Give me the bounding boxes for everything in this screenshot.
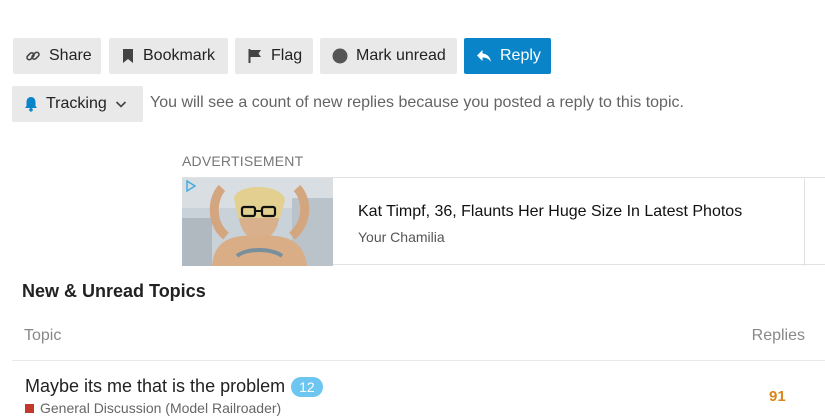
bookmark-icon [123, 49, 133, 63]
mark-unread-label: Mark unread [356, 47, 446, 64]
advertisement-title[interactable]: Kat Timpf, 36, Flaunts Her Huge Size In … [358, 203, 742, 221]
advertisement-divider [804, 178, 805, 266]
bookmark-label: Bookmark [143, 47, 216, 64]
flag-button[interactable]: Flag [235, 38, 313, 74]
flag-label: Flag [271, 47, 303, 64]
circle-icon [332, 48, 348, 64]
link-icon [26, 51, 40, 61]
table-row[interactable]: Maybe its me that is the problem 12 [25, 376, 323, 397]
category-swatch [25, 403, 34, 413]
mark-unread-button[interactable]: Mark unread [320, 38, 457, 74]
column-header-replies[interactable]: Replies [752, 327, 805, 345]
chevron-down-icon [115, 101, 126, 108]
topic-title-link[interactable]: Maybe its me that is the problem [25, 376, 285, 397]
tracking-label: Tracking [46, 95, 107, 112]
reply-icon [477, 50, 491, 62]
tracking-dropdown[interactable]: Tracking [12, 86, 143, 122]
advertisement-image[interactable] [182, 178, 333, 266]
topic-replies-count[interactable]: 91 [769, 388, 786, 405]
advertisement-card[interactable]: Kat Timpf, 36, Flaunts Her Huge Size In … [182, 177, 825, 266]
tracking-description: You will see a count of new replies beca… [150, 94, 684, 111]
share-button[interactable]: Share [13, 38, 101, 74]
ad-choices-icon[interactable] [185, 180, 197, 192]
category-label[interactable]: General Discussion (Model Railroader) [40, 400, 281, 416]
table-divider [12, 360, 825, 361]
section-heading: New & Unread Topics [22, 281, 206, 301]
advertisement-label: ADVERTISEMENT [182, 153, 304, 169]
reply-label: Reply [500, 47, 541, 64]
bookmark-button[interactable]: Bookmark [109, 38, 228, 74]
advertisement-source: Your Chamilia [358, 229, 445, 245]
column-header-topic[interactable]: Topic [24, 327, 61, 345]
flag-icon [248, 49, 261, 63]
topic-category[interactable]: General Discussion (Model Railroader) [25, 400, 281, 416]
bell-icon [25, 97, 37, 112]
reply-button[interactable]: Reply [464, 38, 551, 74]
share-label: Share [49, 47, 92, 64]
unread-count-badge[interactable]: 12 [291, 376, 323, 397]
